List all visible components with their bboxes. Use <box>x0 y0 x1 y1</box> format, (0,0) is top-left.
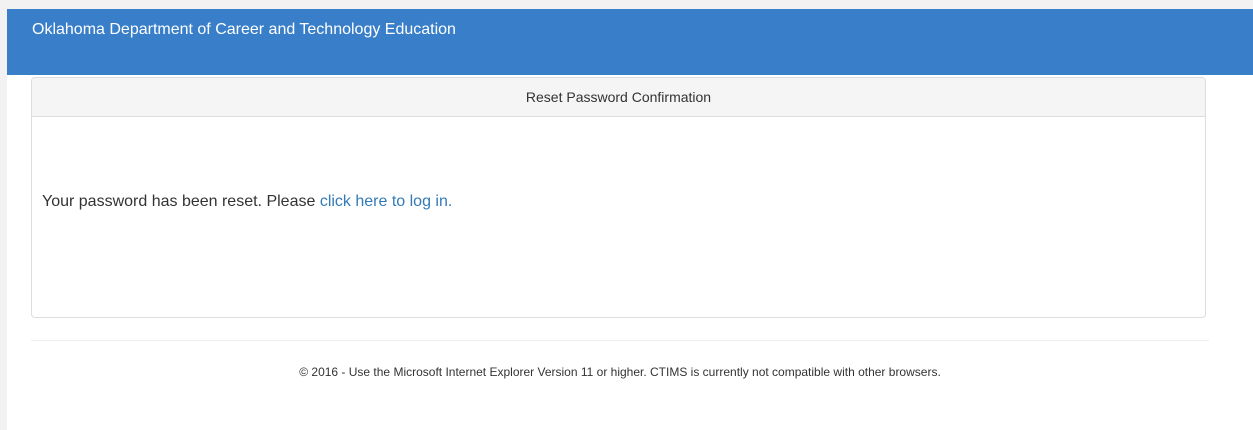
footer-text: © 2016 - Use the Microsoft Internet Expl… <box>299 365 941 379</box>
page: Oklahoma Department of Career and Techno… <box>0 0 1253 430</box>
confirmation-text: Your password has been reset. Please <box>42 193 320 210</box>
footer-divider <box>31 340 1209 341</box>
reset-confirmation-panel: Reset Password Confirmation Your passwor… <box>31 77 1206 318</box>
navbar: Oklahoma Department of Career and Techno… <box>7 9 1253 75</box>
confirmation-message: Your password has been reset. Please cli… <box>42 191 452 213</box>
panel-body: Your password has been reset. Please cli… <box>32 117 1205 317</box>
panel-title: Reset Password Confirmation <box>32 78 1205 117</box>
login-link[interactable]: click here to log in. <box>320 193 453 210</box>
top-strip <box>0 0 1253 9</box>
brand-link[interactable]: Oklahoma Department of Career and Techno… <box>32 19 456 41</box>
